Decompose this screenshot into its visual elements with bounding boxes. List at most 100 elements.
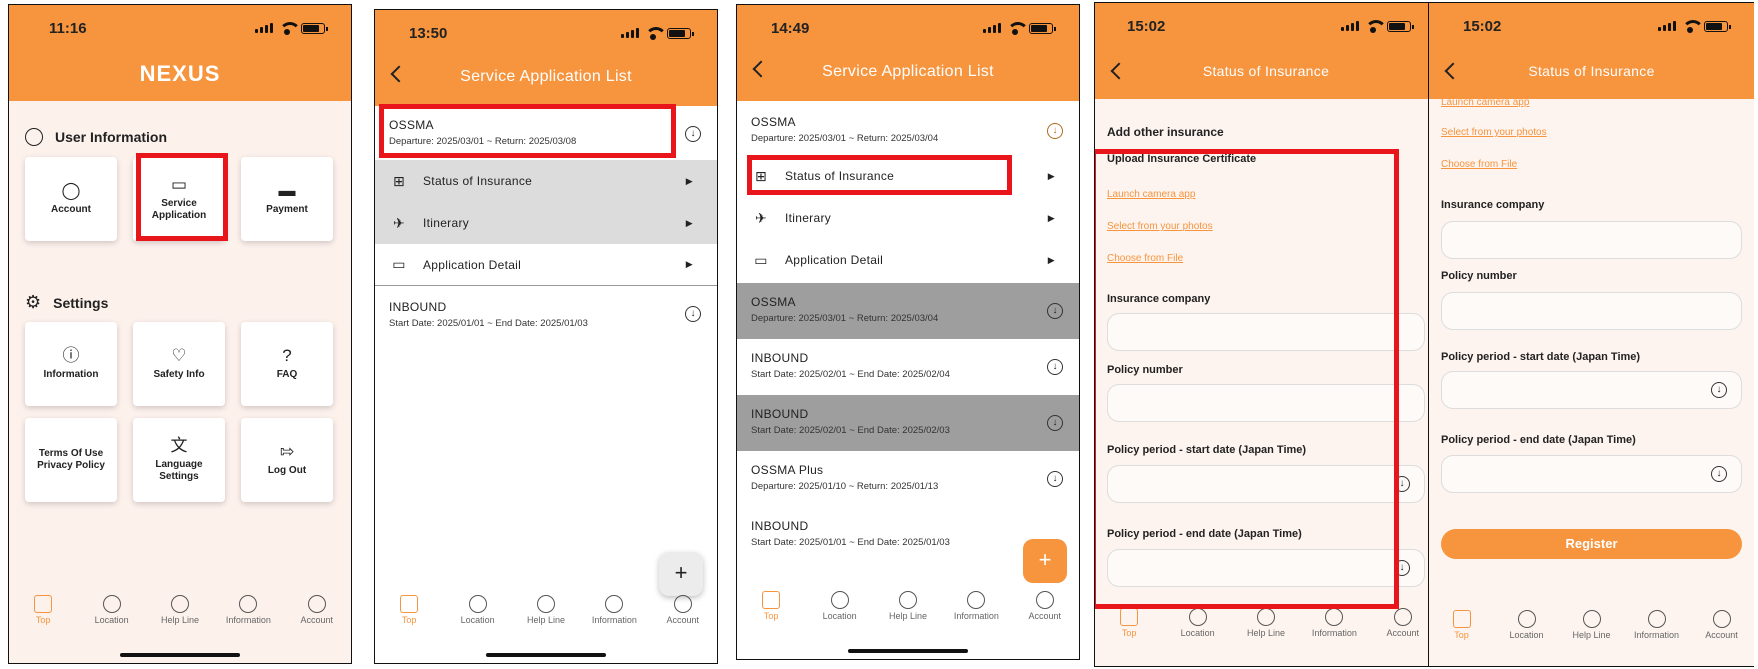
download-icon[interactable]: ↓: [1047, 415, 1063, 431]
tab-help-line[interactable]: Help Line: [150, 591, 210, 641]
tab-help-line[interactable]: Help Line: [1562, 606, 1622, 656]
launch-camera-link[interactable]: Launch camera app: [1441, 97, 1529, 108]
page-title: Status of Insurance: [1202, 63, 1330, 79]
list-item[interactable]: OSSMA Departure: 2025/03/01 ~ Return: 20…: [737, 115, 1079, 144]
tab-location[interactable]: Location: [1497, 606, 1557, 656]
tile-faq[interactable]: ? FAQ: [241, 322, 333, 406]
list-item[interactable]: INBOUND Start Date: 2025/02/01 ~ End Dat…: [737, 395, 1079, 451]
insurance-company-input[interactable]: [1441, 221, 1742, 259]
tab-label: Account: [1705, 630, 1738, 640]
subitem-itinerary[interactable]: ✈ Itinerary ▶: [375, 202, 717, 244]
settings-title: Settings: [53, 294, 109, 311]
user-info-title: User Information: [55, 129, 168, 145]
download-icon[interactable]: ↓: [685, 306, 701, 322]
subitem-itinerary[interactable]: ✈ Itinerary ▶: [737, 197, 1079, 239]
phone-screen-home: 11:16 NEXUS User Information ◯ Account ▭…: [8, 4, 352, 664]
select-photos-link[interactable]: Select from your photos: [1441, 127, 1547, 138]
tab-top[interactable]: Top: [1099, 604, 1159, 654]
tab-label: Location: [94, 615, 129, 625]
tab-location[interactable]: Location: [82, 591, 142, 641]
logout-icon: ⇰: [279, 441, 295, 461]
home-icon: [34, 595, 53, 613]
download-icon[interactable]: ↓: [1047, 123, 1063, 139]
airplane-icon: ✈: [754, 209, 768, 226]
tab-information[interactable]: Information: [1304, 604, 1364, 654]
download-icon[interactable]: ↓: [685, 126, 701, 142]
status-bar: 15:02: [1095, 3, 1437, 49]
policy-number-input[interactable]: [1441, 292, 1742, 330]
tab-information[interactable]: Information: [946, 587, 1006, 637]
wifi-icon: [279, 22, 301, 35]
list-item[interactable]: OSSMA Departure: 2025/03/01 ~ Return: 20…: [737, 283, 1079, 339]
tile-language-settings[interactable]: 文 Language Settings: [133, 418, 225, 502]
tile-account[interactable]: ◯ Account: [25, 157, 117, 241]
end-date-input[interactable]: ↓: [1441, 455, 1742, 493]
book-icon: ▭: [754, 251, 768, 268]
item-subtitle: Start Date: 2025/01/01 ~ End Date: 2025/…: [389, 318, 588, 329]
location-icon: [1188, 608, 1207, 626]
tab-location[interactable]: Location: [448, 591, 508, 641]
download-icon[interactable]: ↓: [1047, 471, 1063, 487]
item-subtitle: Start Date: 2025/02/01 ~ End Date: 2025/…: [751, 369, 950, 380]
home-indicator: [120, 653, 240, 657]
signal-icon: [983, 23, 1001, 33]
download-icon[interactable]: ↓: [1047, 303, 1063, 319]
tab-label: Top: [1454, 630, 1469, 640]
tab-account[interactable]: Account: [287, 591, 347, 641]
tab-information[interactable]: Information: [218, 591, 278, 641]
item-title: INBOUND: [389, 300, 447, 314]
tab-top[interactable]: Top: [1432, 606, 1492, 656]
tab-account[interactable]: Account: [653, 591, 713, 641]
location-icon: [830, 591, 849, 609]
tab-help-line[interactable]: Help Line: [1236, 604, 1296, 654]
subitem-application-detail[interactable]: ▭ Application Detail ▶: [737, 239, 1079, 281]
add-button[interactable]: +: [1023, 539, 1067, 583]
tab-top[interactable]: Top: [379, 591, 439, 641]
start-date-label: Policy period - start date (Japan Time): [1441, 351, 1641, 363]
choose-file-link[interactable]: Choose from File: [1441, 159, 1517, 170]
tab-account[interactable]: Account: [1373, 604, 1433, 654]
tab-bar: Top Location Help Line Information Accou…: [1095, 604, 1437, 654]
highlight-box: [747, 155, 1012, 195]
subitem-label: Status of Insurance: [423, 174, 533, 188]
tile-information[interactable]: ⓘ Information: [25, 322, 117, 406]
start-date-input[interactable]: ↓: [1441, 371, 1742, 409]
register-button[interactable]: Register: [1441, 529, 1742, 559]
tile-safety-info[interactable]: ♡ Safety Info: [133, 322, 225, 406]
info-icon: [605, 595, 624, 613]
list-item[interactable]: OSSMA Plus Departure: 2025/01/10 ~ Retur…: [737, 451, 1079, 507]
tab-information[interactable]: Information: [584, 591, 644, 641]
download-icon[interactable]: ↓: [1047, 359, 1063, 375]
tab-help-line[interactable]: Help Line: [878, 587, 938, 637]
home-indicator: [486, 653, 606, 657]
tab-label: Location: [1180, 628, 1215, 638]
phone-screen-insurance-1: 15:02 Status of Insurance Add other insu…: [1094, 2, 1438, 667]
tab-account[interactable]: Account: [1692, 606, 1752, 656]
user-circle-icon: [25, 128, 43, 146]
tab-help-line[interactable]: Help Line: [516, 591, 576, 641]
tab-top[interactable]: Top: [13, 591, 73, 641]
tab-label: Information: [225, 615, 271, 625]
tab-information[interactable]: Information: [1627, 606, 1687, 656]
tab-account[interactable]: Account: [1015, 587, 1075, 637]
tab-location[interactable]: Location: [810, 587, 870, 637]
list-item[interactable]: INBOUND Start Date: 2025/01/01 ~ End Dat…: [375, 300, 717, 329]
tile-terms[interactable]: Terms Of Use Privacy Policy: [25, 418, 117, 502]
tile-payment[interactable]: ▬ Payment: [241, 157, 333, 241]
add-button[interactable]: +: [659, 552, 703, 596]
home-icon: [400, 595, 419, 613]
settings-section: ⚙ Settings: [25, 292, 108, 313]
list-item[interactable]: INBOUND Start Date: 2025/02/01 ~ End Dat…: [737, 339, 1079, 395]
tile-log-out[interactable]: ⇰ Log Out: [241, 418, 333, 502]
tab-top[interactable]: Top: [741, 587, 801, 637]
tab-label: Top: [35, 615, 51, 625]
insurance-form: Launch camera app Select from your photo…: [1429, 97, 1754, 666]
battery-icon: [667, 27, 694, 39]
tile-label: Account: [51, 203, 91, 215]
subitem-application-detail[interactable]: ▭ Application Detail ▶: [375, 244, 717, 286]
phone-screen-insurance-2: 15:02 Status of Insurance Launch camera …: [1428, 2, 1754, 667]
subitem-status-of-insurance[interactable]: ⊞ Status of Insurance ▶: [375, 160, 717, 202]
tab-location[interactable]: Location: [1168, 604, 1228, 654]
tab-label: Account: [300, 615, 334, 625]
wifi-icon: [1007, 22, 1029, 35]
